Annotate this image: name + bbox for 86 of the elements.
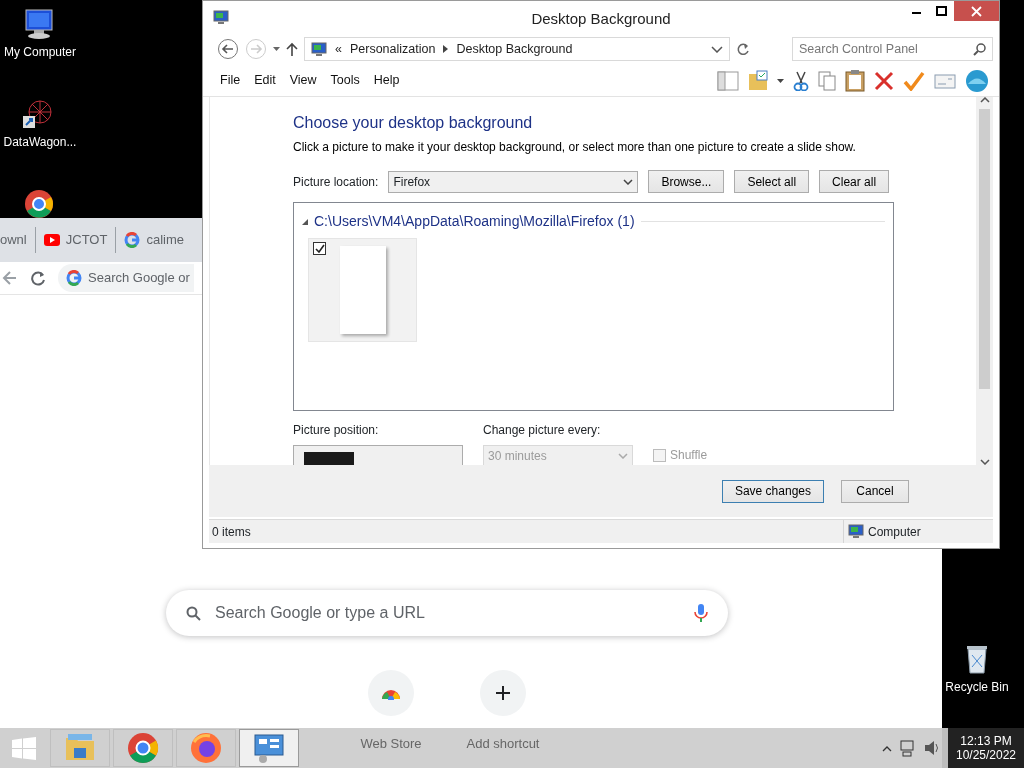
checkmark-icon — [314, 244, 325, 254]
search-field[interactable]: Search Control Panel — [792, 37, 993, 61]
browser-shortcut-icon[interactable] — [24, 189, 54, 219]
scrollbar[interactable] — [976, 97, 993, 465]
breadcrumb-item[interactable]: Personalization — [349, 39, 436, 59]
clock-time: 12:13 PM — [960, 733, 1012, 748]
letter-g-icon — [66, 270, 82, 286]
page-heading: Choose your desktop background — [293, 113, 534, 133]
network-icon[interactable] — [900, 739, 916, 757]
maximize-icon — [936, 6, 947, 16]
icon-label[interactable]: My Computer — [4, 43, 76, 61]
clock-date: 10/25/2022 — [955, 748, 1017, 763]
search-icon — [186, 605, 201, 621]
reload-icon[interactable] — [30, 270, 46, 286]
plus-icon — [495, 685, 511, 701]
menu-item[interactable]: View — [282, 71, 324, 90]
clipboard-icon[interactable] — [845, 69, 865, 92]
status-text: 0 items — [211, 523, 251, 541]
dialog-button[interactable]: Save changes — [721, 479, 824, 503]
close-button[interactable] — [954, 1, 999, 21]
browser-icon — [127, 732, 159, 764]
scroll-up-icon[interactable] — [979, 97, 990, 103]
browser-tab[interactable]: calime — [116, 227, 188, 253]
action-button[interactable]: Select all — [734, 170, 810, 194]
speaker-icon[interactable] — [924, 739, 940, 757]
field-label: Picture location: — [293, 173, 379, 191]
address-bar[interactable]: Search Google or — [58, 264, 194, 292]
scroll-down-icon[interactable] — [979, 459, 990, 465]
dropdown-icon[interactable] — [273, 47, 280, 51]
breadcrumb-overflow[interactable]: « — [335, 39, 342, 59]
browser-icon — [190, 732, 222, 764]
icon-label[interactable]: Recycle Bin — [945, 678, 1009, 696]
control-panel-icon — [311, 41, 327, 57]
picture-checkbox[interactable] — [313, 242, 326, 256]
taskbar-button[interactable] — [239, 729, 299, 767]
browser-tab[interactable]: ownl — [0, 227, 36, 253]
chevron-icon[interactable] — [443, 45, 449, 53]
dropdown-icon[interactable] — [777, 78, 784, 83]
icon-label[interactable]: DataWagon... — [3, 133, 77, 151]
up-arrow-icon[interactable] — [286, 42, 298, 56]
field-label: Change picture every: — [483, 422, 602, 440]
close-icon — [971, 5, 982, 17]
shortcut-tile[interactable] — [480, 670, 526, 716]
refresh-icon[interactable] — [736, 42, 750, 56]
address-bar[interactable]: « Personalization Desktop Background — [304, 37, 730, 61]
forward-icon[interactable] — [2, 270, 18, 286]
chevron-down-icon — [623, 178, 634, 185]
action-button[interactable]: Browse... — [648, 170, 725, 194]
collapse-icon[interactable] — [302, 218, 308, 225]
control-panel-icon — [253, 732, 285, 764]
folder-icon[interactable] — [748, 70, 768, 91]
picture-tile[interactable] — [308, 238, 417, 343]
chevron-up-icon[interactable] — [882, 744, 892, 752]
chevron-down-icon — [618, 453, 628, 460]
location-dropdown[interactable]: Firefox — [388, 170, 639, 193]
group-header[interactable]: C:\Users\VM4\AppData\Roaming\Mozilla\Firefox (1) — [314, 211, 635, 233]
shortcut-label[interactable]: Add shortcut — [466, 734, 540, 754]
menu-item[interactable]: Tools — [323, 71, 367, 90]
window-title: Desktop Background — [530, 9, 672, 29]
globe-icon[interactable] — [965, 68, 989, 93]
menu-item[interactable]: Edit — [247, 71, 283, 90]
search-field[interactable]: Search Google or type a URL — [166, 590, 728, 636]
chevron-down-icon[interactable] — [711, 45, 723, 53]
delete-icon[interactable] — [874, 70, 894, 91]
computer-icon — [848, 524, 864, 539]
clock[interactable]: 12:13 PM 10/25/2022 — [948, 728, 1024, 768]
checkmark-icon[interactable] — [903, 70, 925, 91]
shortcut-tile[interactable] — [368, 670, 414, 716]
letter-g-icon — [124, 232, 141, 248]
control-panel-icon — [213, 9, 229, 25]
action-button[interactable]: Clear all — [819, 170, 890, 194]
microphone-icon[interactable] — [694, 604, 708, 622]
browser-tab[interactable]: JCTOT — [35, 227, 117, 253]
play-icon — [43, 232, 60, 248]
menu-item[interactable]: File — [213, 71, 248, 90]
menu-item[interactable]: Help — [366, 71, 407, 90]
dialog-button[interactable]: Cancel — [841, 479, 909, 503]
field-label: Picture position: — [293, 422, 380, 440]
scissors-icon[interactable] — [793, 70, 809, 91]
description-text: Click a picture to make it your desktop background, or select more than one picture to create a slide show. — [293, 139, 857, 157]
status-text: Computer — [868, 523, 921, 541]
back-icon[interactable] — [217, 38, 239, 60]
shortcut-label[interactable]: Web Store — [360, 734, 422, 754]
search-icon[interactable] — [973, 42, 986, 56]
checkbox-label: Shuffle — [670, 447, 708, 465]
breadcrumb-item[interactable]: Desktop Background — [456, 39, 573, 59]
